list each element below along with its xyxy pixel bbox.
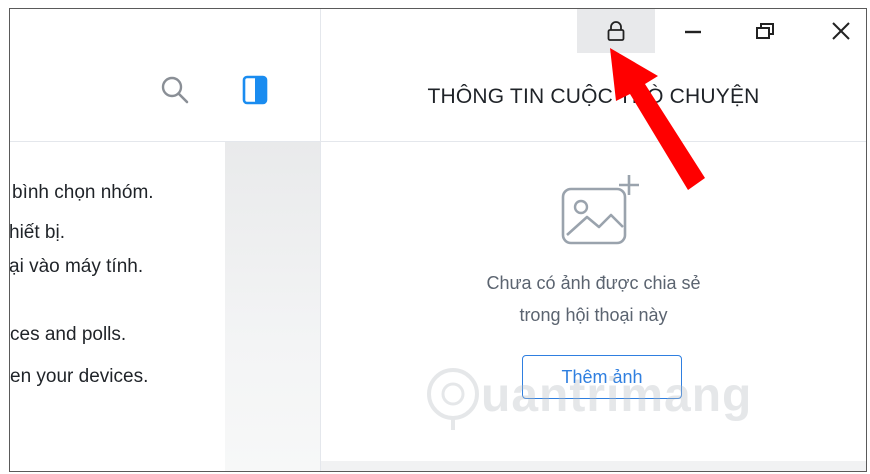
chat-header bbox=[10, 9, 320, 142]
close-button[interactable] bbox=[809, 9, 866, 53]
red-arrow-annotation bbox=[610, 48, 705, 190]
panel-toggle-icon[interactable] bbox=[240, 75, 270, 105]
chat-line: ại vào máy tính. bbox=[9, 256, 144, 277]
empty-state-text: trong hội thoại này bbox=[519, 305, 668, 325]
chat-line: ces and polls. bbox=[10, 324, 127, 345]
restore-button[interactable] bbox=[733, 9, 797, 53]
chat-line: bình chọn nhóm. bbox=[12, 182, 154, 203]
chat-messages: bình chọn nhóm. hiết bị. ại vào máy tính… bbox=[9, 142, 225, 471]
info-header: THÔNG TIN CUỘC TRÒ CHUYỆN bbox=[321, 53, 866, 142]
close-icon bbox=[832, 22, 850, 40]
chat-scroll-strip bbox=[225, 142, 321, 471]
chat-line: en your devices. bbox=[10, 366, 149, 387]
watermark-text: uantrimang bbox=[481, 369, 753, 422]
lock-icon bbox=[607, 21, 625, 41]
chat-line: hiết bị. bbox=[9, 222, 65, 243]
watermark: uantrimang bbox=[425, 360, 815, 440]
restore-icon bbox=[756, 23, 774, 39]
empty-state-text: Chưa có ảnh được chia sẻ bbox=[486, 273, 701, 293]
search-icon[interactable] bbox=[160, 75, 190, 105]
watermark-logo-icon bbox=[427, 368, 479, 430]
bottom-strip bbox=[321, 461, 866, 471]
minimize-icon bbox=[685, 30, 701, 34]
window-titlebar bbox=[321, 9, 866, 53]
page-title: THÔNG TIN CUỘC TRÒ CHUYỆN bbox=[427, 85, 760, 108]
